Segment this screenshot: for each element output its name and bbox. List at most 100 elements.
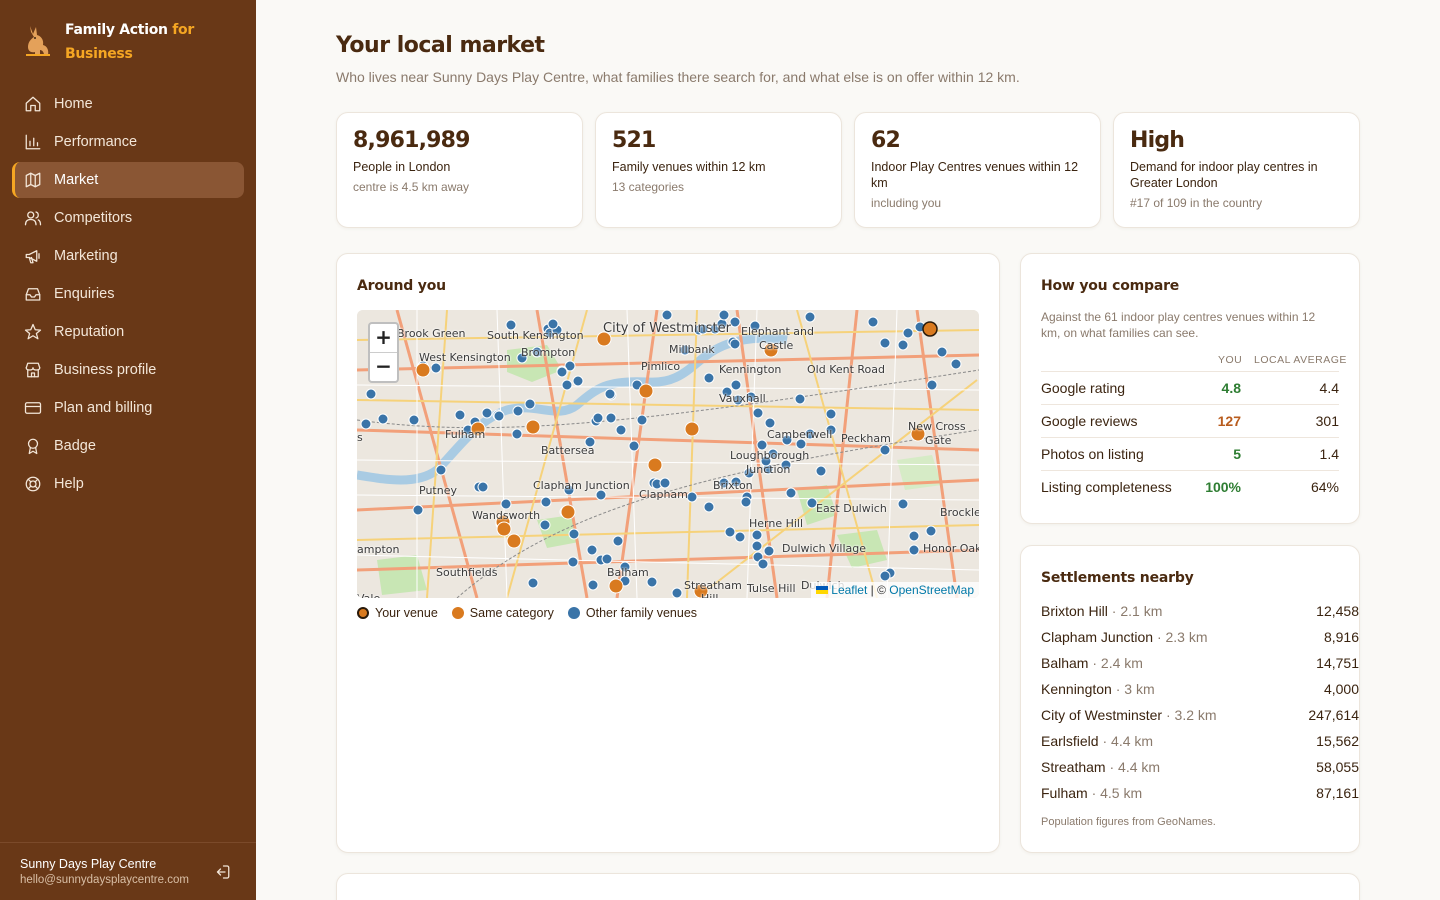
compare-row-google-rating: Google rating 4.8 4.4: [1041, 371, 1339, 404]
sidebar-item-label: Market: [54, 172, 99, 188]
settlement-row: Clapham Junction · 2.3 km 8,916: [1041, 629, 1359, 645]
sidebar-item-marketing[interactable]: Marketing: [12, 238, 244, 274]
map-place-label: Herne Hill: [749, 517, 804, 530]
map-place-label: Pimlico: [641, 360, 681, 373]
sidebar-item-label: Reputation: [54, 324, 125, 340]
avg-value: 301: [1315, 413, 1339, 429]
avg-value: 1.4: [1319, 446, 1339, 462]
compare-card: How you compare Against the 61 indoor pl…: [1020, 253, 1360, 524]
map-place-label: Balham: [607, 566, 649, 579]
sidebar-item-help[interactable]: Help: [12, 466, 244, 502]
venue-map[interactable]: Brook Green South Kensington City of Westm…: [357, 310, 979, 598]
sidebar-item-label: Marketing: [54, 248, 118, 264]
map-place-label: Dulwich Village: [782, 542, 867, 555]
map-place-label: Peckham: [841, 432, 891, 445]
map-place-label: Hill: [701, 592, 718, 598]
legend-your-venue: Your venue: [357, 606, 438, 620]
map-legend: Your venue Same category Other family ve…: [357, 606, 711, 620]
settlement-row: Balham · 2.4 km 14,751: [1041, 655, 1359, 671]
map-card-title: Around you: [357, 278, 446, 294]
account-email: hello@sunnydaysplaycentre.com: [20, 874, 189, 886]
map-place-label: Vauxhall: [719, 392, 766, 405]
settlements-card: Settlements nearby Brixton Hill · 2.1 km…: [1020, 545, 1360, 853]
logout-icon[interactable]: [213, 863, 231, 881]
sidebar-item-label: Enquiries: [54, 286, 115, 302]
map-place-label: Clapham: [639, 488, 688, 501]
stat-label: Indoor Play Centres venues within 12 km: [871, 160, 1079, 190]
map-place-label: Brixton: [713, 479, 753, 492]
sidebar-item-label: Help: [54, 476, 84, 492]
map-place-label: ampton: [357, 543, 400, 556]
map-place-label: Brompton: [521, 346, 576, 359]
map-place-label: Loughborough: [730, 449, 810, 462]
users-icon: [24, 209, 42, 227]
col-header-you: YOU: [1218, 354, 1243, 366]
settlement-row: Brixton Hill · 2.1 km 12,458: [1041, 603, 1359, 619]
settlement-row: Streatham · 4.4 km 58,055: [1041, 759, 1359, 775]
legend-same-category: Same category: [451, 606, 554, 620]
sidebar-item-enquiries[interactable]: Enquiries: [12, 276, 244, 312]
account-panel: Sunny Days Play Centre hello@sunnydayspl…: [0, 842, 256, 900]
stat-value: 521: [612, 128, 656, 153]
map-attribution: Leaflet | © OpenStreetMap: [811, 582, 979, 598]
you-value: 127: [1217, 413, 1241, 429]
settlement-row: Fulham · 4.5 km 87,161: [1041, 785, 1359, 801]
map-place-label: City of Westminster: [603, 321, 731, 336]
zoom-in-button[interactable]: +: [370, 324, 397, 353]
map-place-label: Brockle: [940, 506, 979, 519]
openstreetmap-link[interactable]: OpenStreetMap: [889, 583, 974, 597]
sidebar-item-label: Home: [54, 96, 93, 112]
stat-label: Demand for indoor play centres in Greate…: [1130, 160, 1318, 190]
sidebar-item-market[interactable]: Market: [12, 162, 244, 198]
map-place-label: East Dulwich: [816, 502, 887, 515]
compare-row-listing-completeness: Listing completeness 100% 64%: [1041, 470, 1339, 503]
sidebar-item-reputation[interactable]: Reputation: [12, 314, 244, 350]
compare-title: How you compare: [1041, 278, 1180, 294]
stat-note: including you: [871, 196, 942, 210]
map-place-label: Streatham: [684, 579, 742, 592]
you-value: 4.8: [1221, 380, 1241, 396]
award-icon: [24, 437, 42, 455]
brand[interactable]: Family Action for Business: [22, 18, 205, 66]
sidebar-item-home[interactable]: Home: [12, 86, 244, 122]
map-place-label: Battersea: [541, 444, 595, 457]
map-place-label: Gate: [925, 434, 952, 447]
map-place-label: Camberwell: [767, 428, 833, 441]
sidebar-item-performance[interactable]: Performance: [12, 124, 244, 160]
sidebar: Family Action for Business Home Performa…: [0, 0, 256, 900]
map-place-label: Junction: [746, 463, 791, 476]
stat-note: 13 categories: [612, 180, 685, 194]
map-icon: [24, 171, 42, 189]
lifebuoy-icon: [24, 475, 42, 493]
avg-value: 64%: [1310, 479, 1339, 495]
store-icon: [24, 361, 42, 379]
stat-value: 62: [871, 128, 901, 153]
page-subtitle: Who lives near Sunny Days Play Centre, w…: [336, 69, 1020, 85]
star-icon: [24, 323, 42, 341]
sidebar-item-label: Business profile: [54, 362, 157, 378]
sidebar-item-badge[interactable]: Badge: [12, 428, 244, 464]
stat-card-population: 8,961,989 People in London centre is 4.5…: [336, 112, 583, 228]
sidebar-nav: Home Performance Market Competitors Mark…: [12, 86, 244, 504]
zoom-out-button[interactable]: −: [370, 353, 397, 382]
sidebar-item-business-profile[interactable]: Business profile: [12, 352, 244, 388]
stat-card-indoor-play-venues: 62 Indoor Play Centres venues within 12 …: [854, 112, 1101, 228]
map-zoom-controls: + −: [368, 322, 399, 383]
map-place-label: Vale: [357, 592, 380, 598]
compare-row-photos: Photos on listing 5 1.4: [1041, 437, 1339, 470]
sidebar-item-label: Performance: [54, 134, 138, 150]
next-section-card: [336, 873, 1360, 900]
map-place-label: Millbank: [669, 343, 715, 356]
compare-description: Against the 61 indoor play centres venue…: [1041, 310, 1316, 340]
leaflet-link[interactable]: Leaflet: [831, 583, 867, 597]
map-place-label: Clapham Junction: [533, 479, 630, 492]
credit-card-icon: [24, 399, 42, 417]
legend-dot: [357, 607, 369, 619]
legend-other-venues: Other family venues: [567, 606, 697, 620]
map-place-label: Southfields: [436, 566, 498, 579]
sidebar-item-plan-and-billing[interactable]: Plan and billing: [12, 390, 244, 426]
stat-note: centre is 4.5 km away: [353, 180, 470, 194]
map-card: Around you Brook Green South Kensington …: [336, 253, 1000, 853]
sidebar-item-competitors[interactable]: Competitors: [12, 200, 244, 236]
stat-label: People in London: [353, 160, 451, 174]
